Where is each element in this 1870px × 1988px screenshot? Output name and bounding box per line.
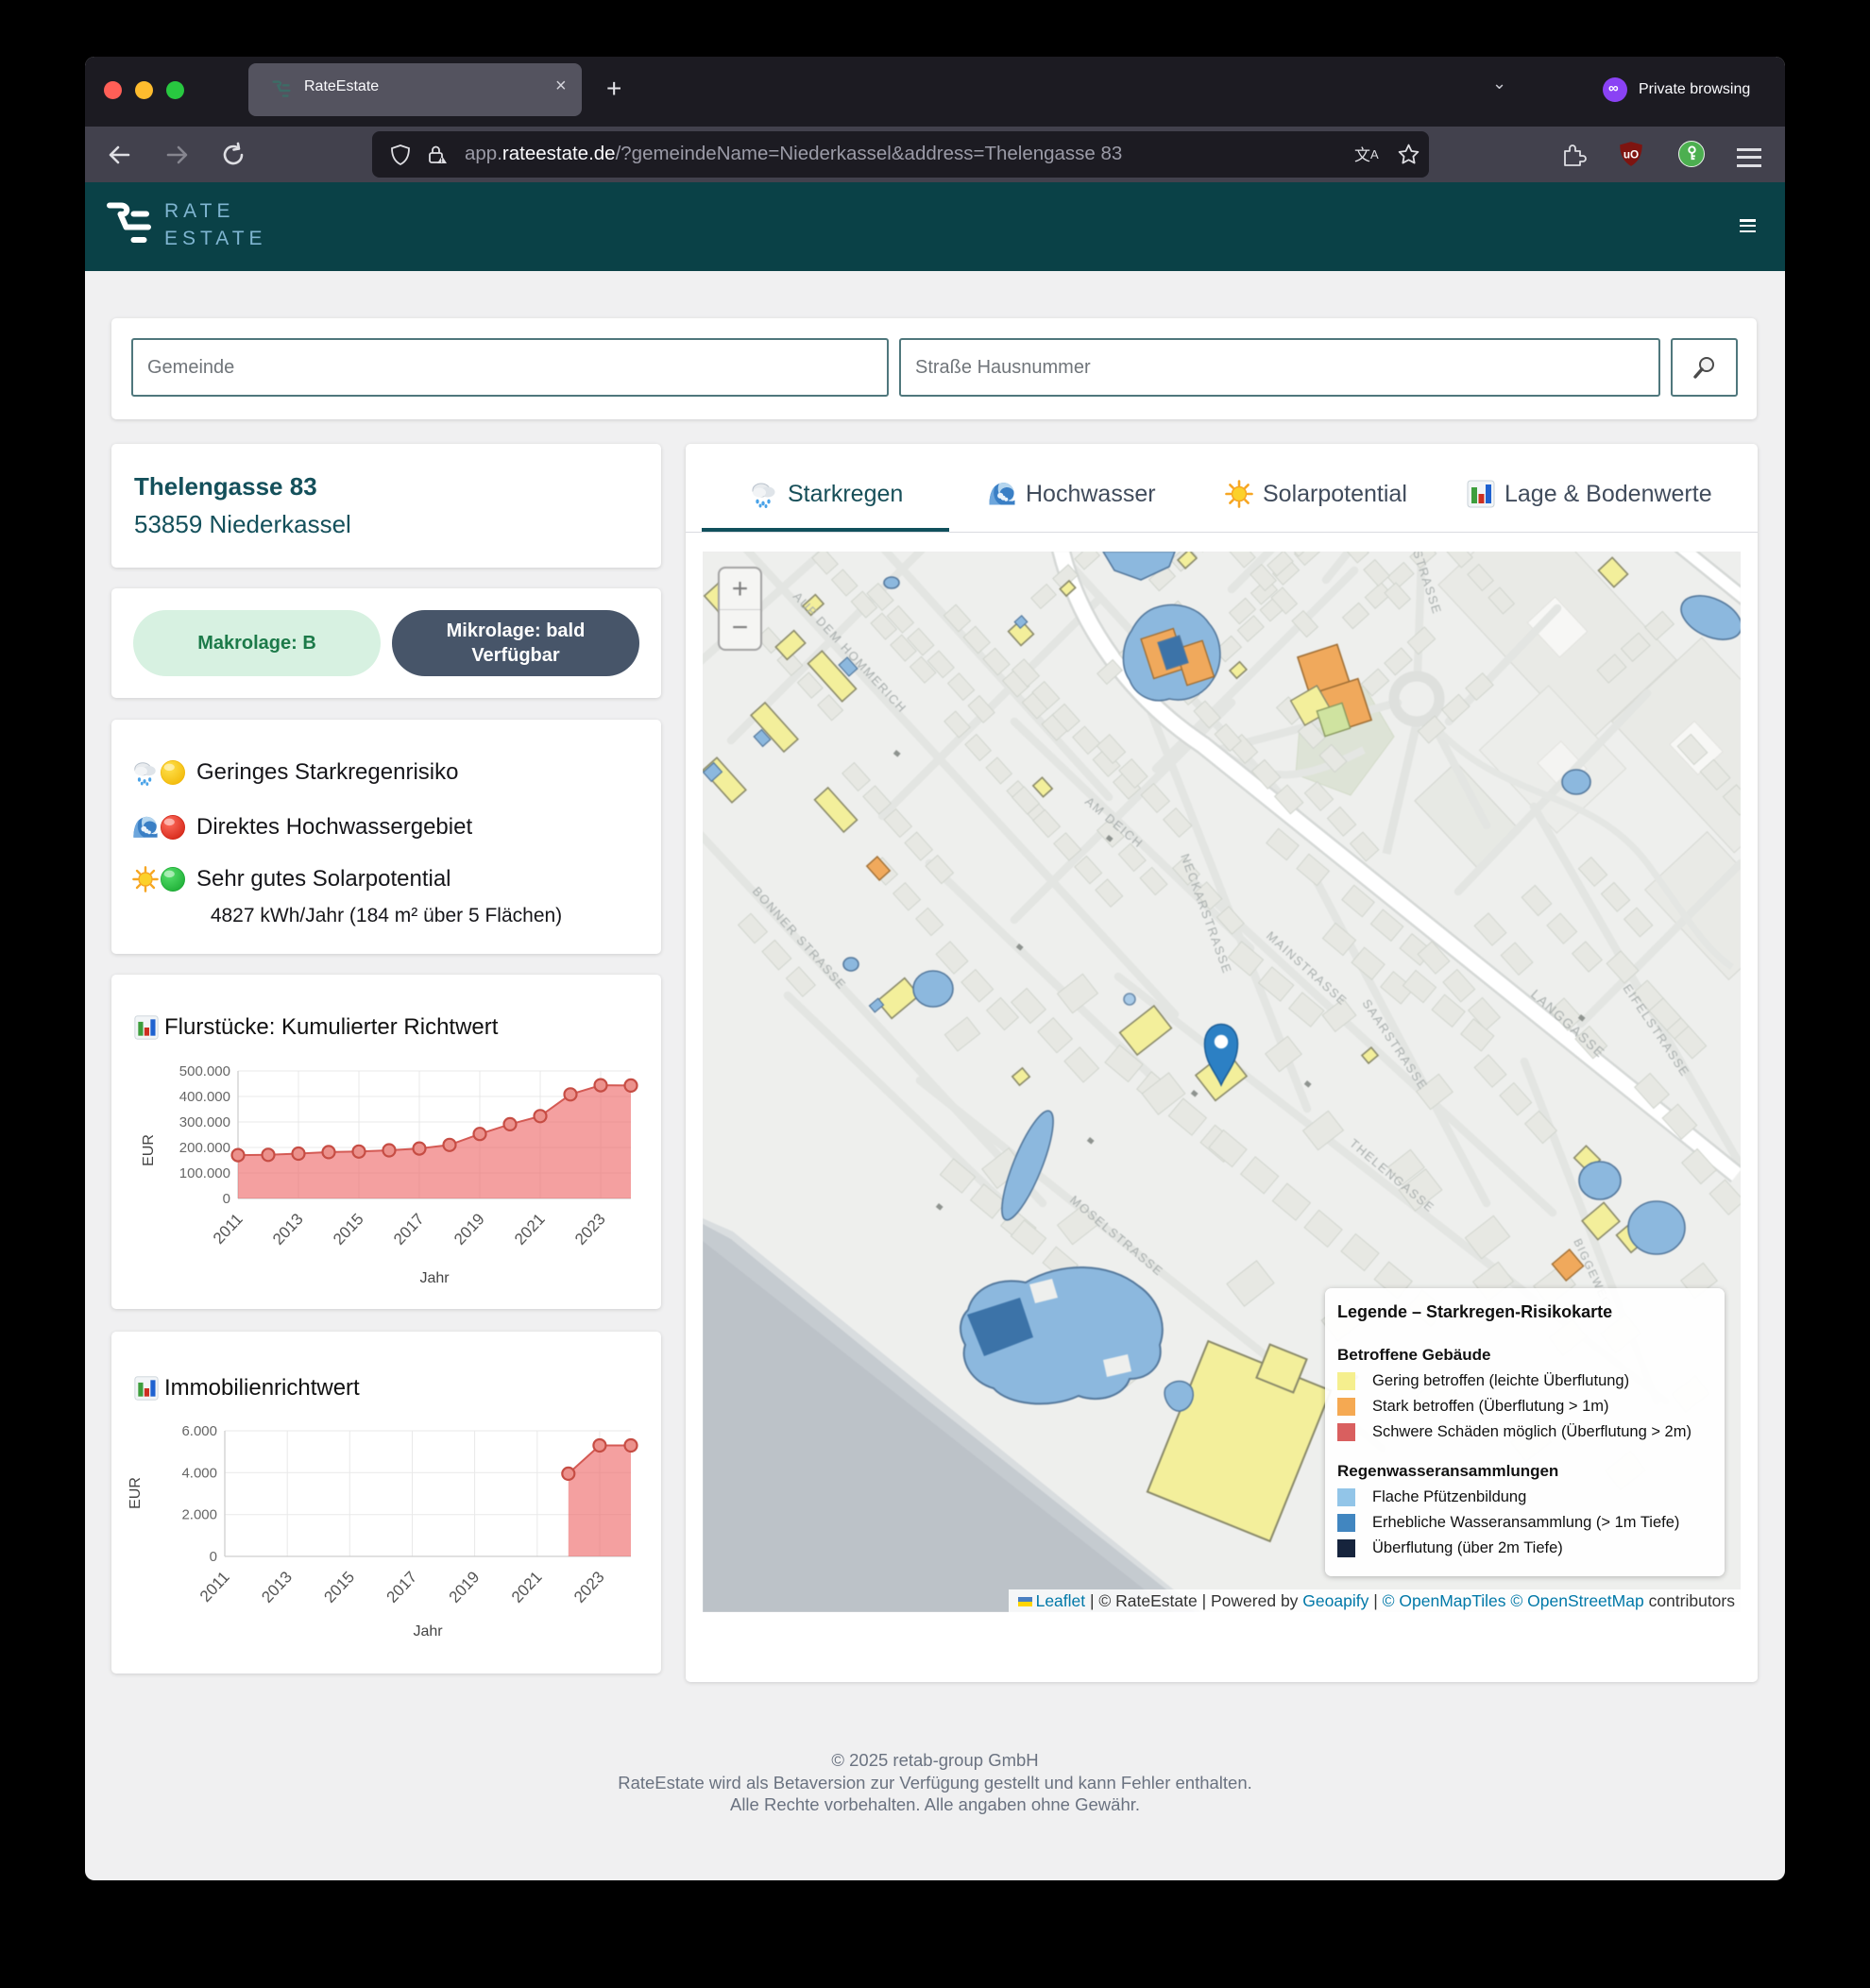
svg-text:Jahr: Jahr (413, 1623, 443, 1640)
svg-text:2013: 2013 (258, 1568, 296, 1606)
svg-text:uO: uO (1624, 148, 1639, 161)
svg-text:2021: 2021 (511, 1210, 549, 1249)
svg-text:2011: 2011 (210, 1210, 246, 1248)
svg-text:0: 0 (210, 1549, 217, 1565)
svg-text:2019: 2019 (450, 1210, 488, 1249)
svg-text:500.000: 500.000 (179, 1063, 230, 1079)
svg-text:4.000: 4.000 (181, 1465, 217, 1481)
svg-text:2017: 2017 (383, 1568, 421, 1606)
svg-text:400.000: 400.000 (179, 1089, 230, 1105)
svg-text:2023: 2023 (571, 1210, 609, 1249)
svg-text:2011: 2011 (196, 1568, 233, 1606)
svg-text:0: 0 (223, 1191, 230, 1207)
svg-text:2015: 2015 (320, 1568, 358, 1606)
svg-text:2.000: 2.000 (181, 1507, 217, 1523)
svg-text:EUR: EUR (141, 1134, 157, 1166)
svg-text:!: ! (441, 158, 443, 164)
svg-text:6.000: 6.000 (181, 1423, 217, 1439)
svg-text:EUR: EUR (128, 1477, 144, 1509)
svg-text:2017: 2017 (390, 1210, 428, 1249)
svg-text:100.000: 100.000 (179, 1165, 230, 1181)
svg-text:2023: 2023 (570, 1568, 608, 1606)
svg-text:2013: 2013 (269, 1210, 307, 1249)
svg-text:2019: 2019 (446, 1568, 484, 1606)
svg-text:2015: 2015 (330, 1210, 367, 1249)
svg-text:2021: 2021 (508, 1568, 546, 1606)
svg-text:200.000: 200.000 (179, 1140, 230, 1156)
svg-text:Jahr: Jahr (419, 1270, 450, 1286)
svg-text:300.000: 300.000 (179, 1114, 230, 1130)
